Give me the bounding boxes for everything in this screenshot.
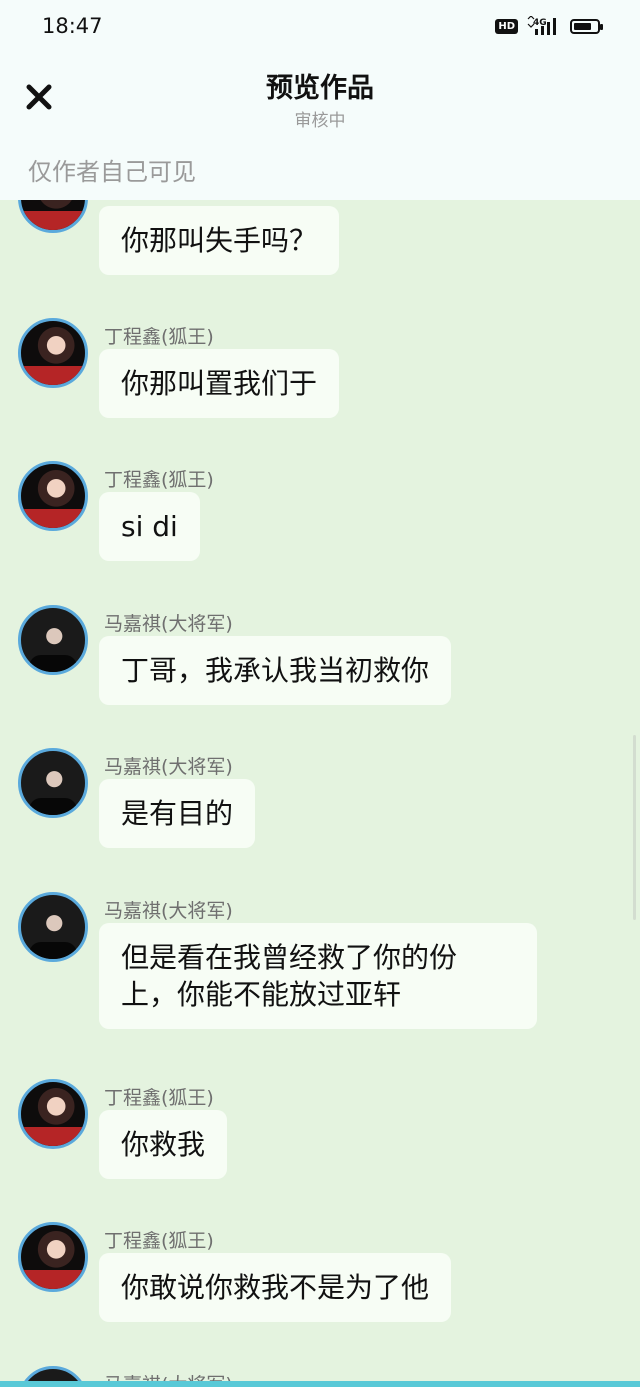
signal-4g-icon: 4G [527, 16, 556, 35]
avatar[interactable] [18, 1222, 88, 1292]
battery-icon [570, 18, 603, 34]
bottom-accent-bar [0, 1381, 640, 1387]
message-bubble: 你那叫失手吗？ [99, 206, 340, 275]
avatar[interactable] [18, 318, 88, 388]
battery-level [574, 22, 591, 30]
system-icons: HD 4G [495, 16, 603, 36]
sender-name: 马嘉祺(大将军) [104, 900, 233, 922]
message-bubble: 是有目的 [99, 779, 256, 848]
message-bubble: 丁哥，我承认我当初救你 [99, 636, 452, 705]
avatar[interactable] [18, 748, 88, 818]
message-bubble: 你那叫置我们于 [99, 349, 340, 418]
header: 预览作品 审核中 仅作者自己可见 [0, 56, 640, 200]
sender-name: 马嘉祺(大将军) [104, 756, 233, 778]
avatar[interactable] [18, 200, 88, 233]
message-bubble: 你敢说你救我不是为了他 [99, 1253, 452, 1322]
avatar[interactable] [18, 605, 88, 675]
avatar[interactable] [18, 461, 88, 531]
review-status: 审核中 [294, 111, 346, 131]
svg-text:4G: 4G [533, 18, 547, 28]
status-time: 18:47 [42, 14, 103, 38]
sender-name: 丁程鑫(狐王) [104, 326, 214, 348]
page-title: 预览作品 [266, 73, 374, 104]
sender-name: 丁程鑫(狐王) [104, 469, 214, 491]
chat-list[interactable]: 你那叫失手吗？ 丁程鑫(狐王) 你那叫置我们于 丁程鑫(狐王) si di 马嘉… [0, 200, 640, 1387]
sender-name: 马嘉祺(大将军) [104, 613, 233, 635]
visibility-notice: 仅作者自己可见 [28, 158, 196, 186]
sender-name: 丁程鑫(狐王) [104, 1087, 214, 1109]
hd-icon: HD [495, 18, 518, 34]
sender-name: 丁程鑫(狐王) [104, 1230, 214, 1252]
avatar[interactable] [18, 892, 88, 962]
avatar[interactable] [18, 1079, 88, 1149]
scrollbar[interactable] [633, 735, 636, 920]
status-bar: 18:47 HD 4G [0, 0, 640, 56]
message-bubble: si di [99, 492, 200, 561]
message-bubble: 你救我 [99, 1110, 228, 1179]
message-bubble: 但是看在我曾经救了你的份 上，你能不能放过亚轩 [99, 923, 537, 1029]
